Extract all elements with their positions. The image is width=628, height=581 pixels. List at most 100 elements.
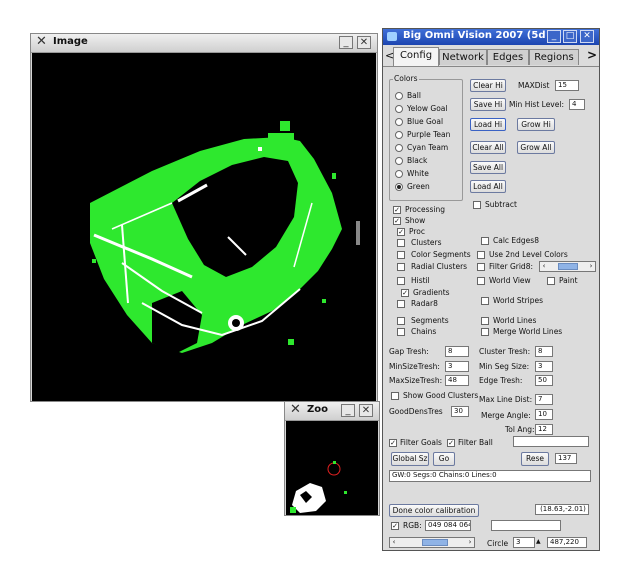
filter-grid-checkbox[interactable] — [477, 263, 485, 271]
position-field[interactable]: 487,220 — [547, 537, 587, 548]
zoom-view[interactable] — [286, 421, 378, 515]
save-hi-button[interactable]: Save Hi — [470, 98, 506, 111]
good-dens-field[interactable]: 30 — [451, 406, 469, 417]
radio-purple-team[interactable] — [395, 131, 403, 139]
color-segments-checkbox[interactable] — [397, 251, 405, 259]
grow-all-button[interactable]: Grow All — [517, 141, 555, 154]
merge-angle-field[interactable]: 10 — [535, 409, 553, 420]
radio-yellow-goal[interactable] — [395, 105, 403, 113]
clear-all-button[interactable]: Clear All — [470, 141, 506, 154]
min-hist-field[interactable]: 4 — [569, 99, 585, 110]
radio-white-label: White — [407, 169, 429, 178]
tab-edges[interactable]: Edges — [487, 49, 529, 65]
minsize-field[interactable]: 3 — [445, 361, 469, 372]
radio-black-label: Black — [407, 156, 428, 165]
tab-scroll-right-icon[interactable]: > — [587, 48, 597, 62]
grow-hi-button[interactable]: Grow Hi — [517, 118, 555, 131]
circle-spinner[interactable]: 3 — [513, 537, 535, 548]
minimize-button[interactable]: _ — [339, 36, 353, 49]
radio-ball[interactable] — [395, 92, 403, 100]
proc-label: Proc — [409, 227, 426, 236]
world-lines-checkbox[interactable] — [481, 317, 489, 325]
radio-white[interactable] — [395, 170, 403, 178]
radio-blue-goal[interactable] — [395, 118, 403, 126]
chains-checkbox[interactable] — [397, 328, 405, 336]
cluster-tresh-field[interactable]: 8 — [535, 346, 553, 357]
slider-left-icon[interactable]: ‹ — [540, 262, 548, 271]
tab-network[interactable]: Network — [439, 49, 487, 65]
slider-thumb[interactable] — [558, 263, 578, 270]
radio-blue-goal-label: Blue Goal — [407, 117, 444, 126]
processing-checkbox[interactable]: ✓ — [393, 206, 401, 214]
use-2nd-level-checkbox[interactable] — [477, 251, 485, 259]
minimize-button[interactable]: _ — [547, 30, 561, 43]
histil-checkbox[interactable] — [397, 277, 405, 285]
global-button[interactable]: Global Sz — [391, 452, 429, 466]
rgb-blank-field[interactable] — [491, 520, 561, 531]
gradients-checkbox[interactable]: ✓ — [401, 289, 409, 297]
load-all-button[interactable]: Load All — [470, 180, 506, 193]
rgb-checkbox[interactable]: ✓ — [391, 522, 399, 530]
clusters-checkbox[interactable] — [397, 239, 405, 247]
filter-goals-checkbox[interactable]: ✓ — [389, 439, 397, 447]
max-line-field[interactable]: 7 — [535, 394, 553, 405]
good-dens-label: GoodDensTres — [389, 407, 443, 416]
maxsize-field[interactable]: 48 — [445, 375, 469, 386]
merge-world-lines-checkbox[interactable] — [481, 328, 489, 336]
min-seg-field[interactable]: 3 — [535, 361, 553, 372]
proc-checkbox[interactable]: ✓ — [397, 228, 405, 236]
radio-green-label: Green — [407, 182, 430, 191]
filter-blank-field[interactable] — [513, 436, 589, 447]
paint-checkbox[interactable] — [547, 277, 555, 285]
image-window: ✕ Image _ ✕ — [30, 33, 378, 402]
image-window-titlebar[interactable]: ✕ Image _ ✕ — [31, 34, 377, 53]
segments-checkbox[interactable] — [397, 317, 405, 325]
reset-value-field[interactable]: 137 — [555, 453, 577, 464]
show-checkbox[interactable]: ✓ — [393, 217, 401, 225]
done-color-calibration-button[interactable]: Done color calibration — [389, 504, 479, 517]
world-view-checkbox[interactable] — [477, 277, 485, 285]
tol-ang-label: Tol Ang: — [505, 425, 535, 434]
clear-hi-button[interactable]: Clear Hi — [470, 79, 506, 92]
slider-left-icon[interactable]: ‹ — [390, 538, 398, 547]
maxdist-field[interactable]: 15 — [555, 80, 579, 91]
go-button[interactable]: Go — [433, 452, 455, 466]
zoom-window-titlebar[interactable]: ✕ Zoo _ ✕ — [285, 402, 379, 421]
omni-titlebar[interactable]: Big Omni Vision 2007 (5d _ □ ✕ — [383, 29, 599, 45]
radio-black[interactable] — [395, 157, 403, 165]
radio-green[interactable] — [395, 183, 403, 191]
rgb-value-field[interactable]: 049 084 064 — [425, 520, 471, 531]
edge-tresh-field[interactable]: 50 — [535, 375, 553, 386]
close-button[interactable]: ✕ — [580, 30, 594, 43]
radial-clusters-checkbox[interactable] — [397, 263, 405, 271]
tol-ang-field[interactable]: 12 — [535, 424, 553, 435]
gap-tresh-field[interactable]: 8 — [445, 346, 469, 357]
show-good-clusters-checkbox[interactable] — [391, 392, 399, 400]
radio-cyan-team[interactable] — [395, 144, 403, 152]
maximize-button[interactable]: □ — [563, 30, 577, 43]
close-button[interactable]: ✕ — [357, 36, 371, 49]
radar-checkbox[interactable] — [397, 300, 405, 308]
color-segments-label: Color Segments — [411, 250, 471, 259]
camera-image[interactable] — [32, 53, 376, 401]
slider-right-icon[interactable]: › — [466, 538, 474, 547]
spinner-arrows-icon[interactable]: ▲ — [536, 537, 541, 547]
minimize-button[interactable]: _ — [341, 404, 355, 417]
bottom-slider[interactable]: ‹ › — [389, 537, 475, 548]
load-hi-button[interactable]: Load Hi — [470, 118, 506, 131]
filter-ball-checkbox[interactable]: ✓ — [447, 439, 455, 447]
app-icon — [387, 32, 397, 41]
save-all-button[interactable]: Save All — [470, 161, 506, 174]
subtract-checkbox[interactable] — [473, 201, 481, 209]
tab-config[interactable]: Config — [393, 47, 439, 66]
filter-grid-slider[interactable]: ‹ › — [539, 261, 596, 272]
clusters-label: Clusters — [411, 238, 442, 247]
slider-thumb[interactable] — [422, 539, 448, 546]
slider-right-icon[interactable]: › — [587, 262, 595, 271]
close-button[interactable]: ✕ — [359, 404, 373, 417]
calc-edges-checkbox[interactable] — [481, 237, 489, 245]
calc-edges-label: Calc Edges8 — [493, 236, 539, 245]
reset-button[interactable]: Rese — [521, 452, 549, 466]
tab-regions[interactable]: Regions — [529, 49, 579, 65]
world-stripes-checkbox[interactable] — [481, 297, 489, 305]
